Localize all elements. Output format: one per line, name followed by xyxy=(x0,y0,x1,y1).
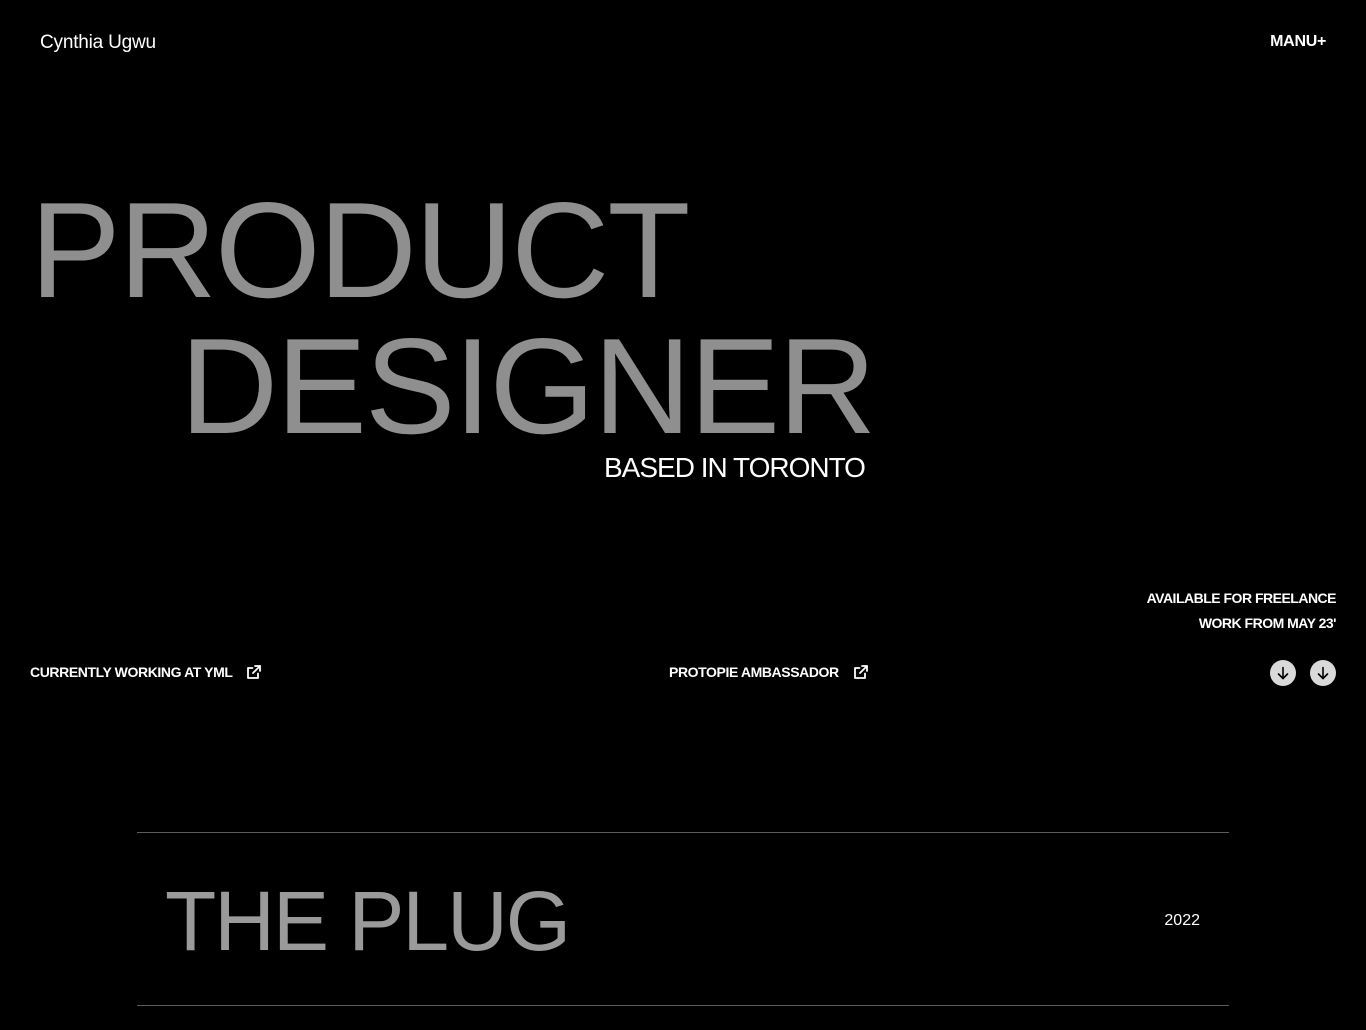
ambassador-link[interactable]: PROTOPIE AMBASSADOR xyxy=(669,664,869,680)
brand-logo[interactable]: Cynthia Ugwu xyxy=(40,32,156,54)
hero-title-line-2: DESIGNER xyxy=(180,310,876,462)
availability-line-1: AVAILABLE FOR FREELANCE xyxy=(1146,590,1337,606)
project-row[interactable]: THE PLUG 2022 xyxy=(137,832,1229,1006)
scroll-down-button[interactable] xyxy=(1270,660,1296,686)
page: Cynthia Ugwu MANU+ PRODUCT DESIGNER BASE… xyxy=(0,0,1366,1030)
availability-note: AVAILABLE FOR FREELANCE WORK FROM MAY 23… xyxy=(1146,586,1337,636)
current-job-label: CURRENTLY WORKING AT YML xyxy=(30,664,233,680)
ambassador-label: PROTOPIE AMBASSADOR xyxy=(669,664,839,680)
external-link-icon xyxy=(853,665,868,679)
external-link-icon xyxy=(247,665,262,679)
menu-button[interactable]: MANU+ xyxy=(1270,33,1326,51)
arrow-down-icon xyxy=(1277,666,1289,680)
scroll-down-button[interactable] xyxy=(1310,660,1336,686)
hero-title-line-1: PRODUCT xyxy=(30,174,690,326)
scroll-buttons xyxy=(1270,660,1336,686)
current-job-link[interactable]: CURRENTLY WORKING AT YML xyxy=(30,664,262,680)
project-title: THE PLUG xyxy=(165,874,571,968)
project-year: 2022 xyxy=(1164,912,1200,929)
arrow-down-icon xyxy=(1317,666,1329,680)
location-subtitle: BASED IN TORONTO xyxy=(604,452,866,483)
availability-line-2: WORK FROM MAY 23' xyxy=(1198,615,1337,631)
